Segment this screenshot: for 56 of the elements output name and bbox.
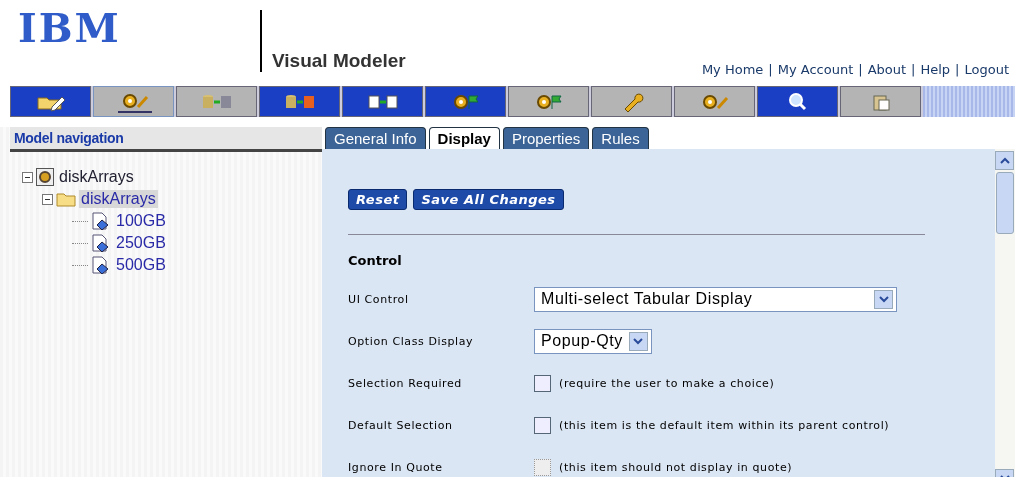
field-label: Selection Required — [348, 376, 463, 390]
chevron-down-icon — [874, 289, 893, 309]
tree-item[interactable]: 100GB — [114, 212, 168, 230]
dropdown[interactable]: Multi-select Tabular Display — [534, 286, 897, 312]
logo: IBM — [18, 8, 122, 48]
checkbox-label: (this item should not display in quote) — [559, 460, 793, 474]
header-link[interactable]: My Account — [777, 62, 854, 77]
section-heading: Control — [348, 253, 403, 268]
tab[interactable]: Properties — [502, 127, 590, 149]
toolbar-button[interactable] — [10, 86, 91, 117]
tree-item[interactable]: diskArrays — [57, 168, 136, 186]
panel-header: Model navigation — [10, 127, 322, 152]
dropdown[interactable]: Popup-Qty — [534, 328, 652, 354]
field-label: Default Selection — [348, 418, 454, 432]
checkbox-label: (this item is the default item within its parent control) — [559, 418, 890, 432]
collapse-icon[interactable] — [22, 171, 33, 183]
header-link[interactable]: About — [867, 62, 907, 77]
checkbox[interactable] — [534, 416, 551, 434]
tree-item[interactable]: diskArrays — [79, 190, 158, 208]
header-link[interactable]: My Home — [701, 62, 764, 77]
tab[interactable]: Display — [428, 127, 500, 149]
link-separator: | — [955, 62, 960, 77]
document-diamond-icon — [91, 212, 111, 230]
link-separator: | — [911, 62, 916, 77]
header-link[interactable]: Help — [920, 62, 951, 77]
scroll-up-icon[interactable] — [995, 151, 1014, 170]
tab[interactable]: Rules — [592, 127, 649, 149]
toolbar-button[interactable] — [259, 86, 340, 117]
toolbar-button[interactable] — [840, 86, 921, 117]
toolbar-button[interactable] — [757, 86, 838, 117]
gear-icon — [36, 168, 54, 186]
tab[interactable]: General Info — [325, 127, 426, 149]
field-label: Ignore In Quote — [348, 460, 444, 474]
collapse-icon[interactable] — [42, 193, 53, 205]
action-button[interactable]: Save All Changes — [413, 189, 564, 210]
scrollbar-thumb[interactable] — [996, 172, 1014, 234]
toolbar-button[interactable] — [425, 86, 506, 117]
toolbar-button[interactable] — [342, 86, 423, 117]
action-button[interactable]: Reset — [348, 189, 408, 210]
document-diamond-icon — [91, 256, 111, 274]
folder-icon — [56, 191, 76, 207]
toolbar-button[interactable] — [508, 86, 589, 117]
field-label: UI Control — [348, 292, 410, 306]
header-link[interactable]: Logout — [964, 62, 1009, 77]
app-title: Visual Modeler — [272, 50, 406, 72]
link-separator: | — [858, 62, 863, 77]
toolbar-button[interactable] — [674, 86, 755, 117]
field-label: Option Class Display — [348, 334, 475, 348]
document-diamond-icon — [91, 234, 111, 252]
checkbox-label: (require the user to make a choice) — [559, 376, 775, 390]
chevron-down-icon — [628, 331, 648, 351]
tree-item[interactable]: 500GB — [114, 256, 168, 274]
link-separator: | — [768, 62, 773, 77]
checkbox[interactable] — [534, 374, 551, 392]
tree-item[interactable]: 250GB — [114, 234, 168, 252]
toolbar-button[interactable] — [93, 86, 174, 117]
